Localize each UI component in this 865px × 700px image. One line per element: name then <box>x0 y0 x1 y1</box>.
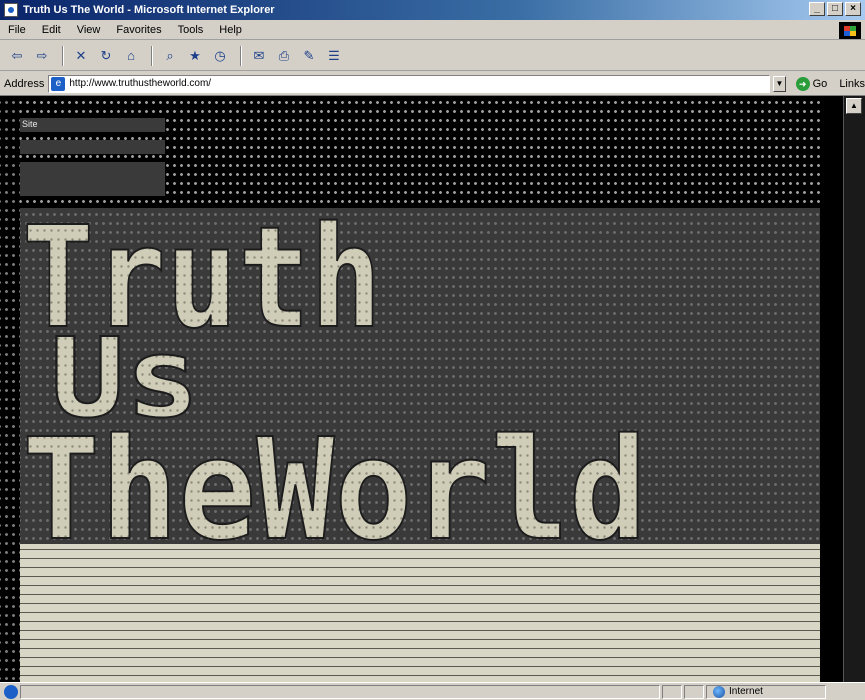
window-controls: _ □ × <box>809 2 861 16</box>
menu-edit[interactable]: Edit <box>34 24 69 36</box>
bottom-text-band <box>20 544 820 682</box>
home-button[interactable]: ⌂ <box>120 45 142 67</box>
maximize-button[interactable]: □ <box>827 2 843 16</box>
status-text-panel <box>20 684 660 699</box>
discuss-icon: ☰ <box>328 47 340 63</box>
edit-icon: ✎ <box>303 47 315 63</box>
home-icon: ⌂ <box>127 48 135 63</box>
windows-flag-icon <box>844 25 856 36</box>
favorites-icon: ★ <box>189 47 201 63</box>
address-dropdown-button[interactable]: ▼ <box>773 75 786 92</box>
toolbar-separator <box>151 45 153 66</box>
nav-link-text: Site <box>22 120 38 129</box>
forward-button[interactable]: ⇨ <box>31 45 53 67</box>
forward-icon: ⇨ <box>36 47 48 63</box>
toolbar-separator <box>62 45 64 66</box>
status-panel-privacy <box>684 684 704 699</box>
hero-line-3: TheWorld <box>22 409 647 544</box>
toolbar-separator <box>240 45 242 66</box>
title-bar: Truth Us The World - Microsoft Internet … <box>0 0 865 20</box>
back-icon: ⇦ <box>11 47 23 63</box>
mail-button[interactable]: ✉ <box>248 45 270 67</box>
history-icon: ◷ <box>214 47 226 63</box>
menu-tools[interactable]: Tools <box>170 24 212 36</box>
nav-link-top[interactable]: Site <box>20 118 165 132</box>
go-button[interactable]: ➜ Go <box>795 76 828 91</box>
vertical-scrollbar[interactable]: ▲ <box>843 96 865 682</box>
address-input[interactable]: e http://www.truthustheworld.com/ <box>48 74 771 93</box>
links-button[interactable]: Links <box>839 78 865 90</box>
go-arrow-icon: ➜ <box>795 76 810 91</box>
status-panel-secure <box>662 684 682 699</box>
minimize-button[interactable]: _ <box>809 2 825 16</box>
address-label: Address <box>4 77 45 90</box>
page-favicon-icon: e <box>51 76 66 91</box>
refresh-button[interactable]: ↻ <box>95 45 117 67</box>
edit-button[interactable]: ✎ <box>298 45 320 67</box>
stop-icon: ✕ <box>75 47 87 63</box>
print-icon: ⎙ <box>278 47 290 63</box>
search-icon: ⌕ <box>166 47 174 63</box>
nav-link-group[interactable] <box>20 162 165 196</box>
ie-app-icon <box>4 3 18 17</box>
zone-label: Internet <box>729 686 763 697</box>
menu-bar: File Edit View Favorites Tools Help <box>0 20 865 40</box>
print-button[interactable]: ⎙ <box>273 45 295 67</box>
scroll-up-button[interactable]: ▲ <box>846 98 862 114</box>
mail-icon: ✉ <box>253 47 265 63</box>
search-button[interactable]: ⌕ <box>159 45 181 67</box>
hero-title-graphic: Truth Us TheWorld <box>21 208 648 544</box>
internet-zone-icon <box>713 685 725 698</box>
windows-logo <box>839 22 861 39</box>
back-button[interactable]: ⇦ <box>6 45 28 67</box>
page-content: Site Truth Us TheWorld <box>0 96 843 682</box>
left-gutter <box>0 96 20 682</box>
history-button[interactable]: ◷ <box>209 45 231 67</box>
page-status-icon <box>4 684 18 699</box>
standard-toolbar: ⇦ ⇨ ✕ ↻ ⌂ ⌕ ★ ◷ ✉ ⎙ ✎ ☰ <box>0 41 865 71</box>
favorites-button[interactable]: ★ <box>184 45 206 67</box>
hero-banner: Truth Us TheWorld <box>20 208 820 544</box>
discuss-button[interactable]: ☰ <box>323 45 345 67</box>
security-zone-panel: Internet <box>706 684 826 699</box>
go-label: Go <box>812 77 828 90</box>
menu-favorites[interactable]: Favorites <box>108 24 169 36</box>
stop-button[interactable]: ✕ <box>70 45 92 67</box>
browser-window: Truth Us The World - Microsoft Internet … <box>0 0 865 700</box>
address-bar: Address e http://www.truthustheworld.com… <box>0 72 865 96</box>
page-viewport: Site Truth Us TheWorld ▲ <box>0 96 865 682</box>
address-value: http://www.truthustheworld.com/ <box>69 78 212 89</box>
status-bar: Internet <box>0 682 865 700</box>
refresh-icon: ↻ <box>100 47 112 63</box>
content-right-edge <box>820 96 843 682</box>
window-title: Truth Us The World - Microsoft Internet … <box>23 4 275 16</box>
nav-link-middle[interactable] <box>20 140 165 154</box>
menu-file[interactable]: File <box>0 24 34 36</box>
close-button[interactable]: × <box>845 2 861 16</box>
menu-help[interactable]: Help <box>211 24 250 36</box>
menu-view[interactable]: View <box>69 24 109 36</box>
